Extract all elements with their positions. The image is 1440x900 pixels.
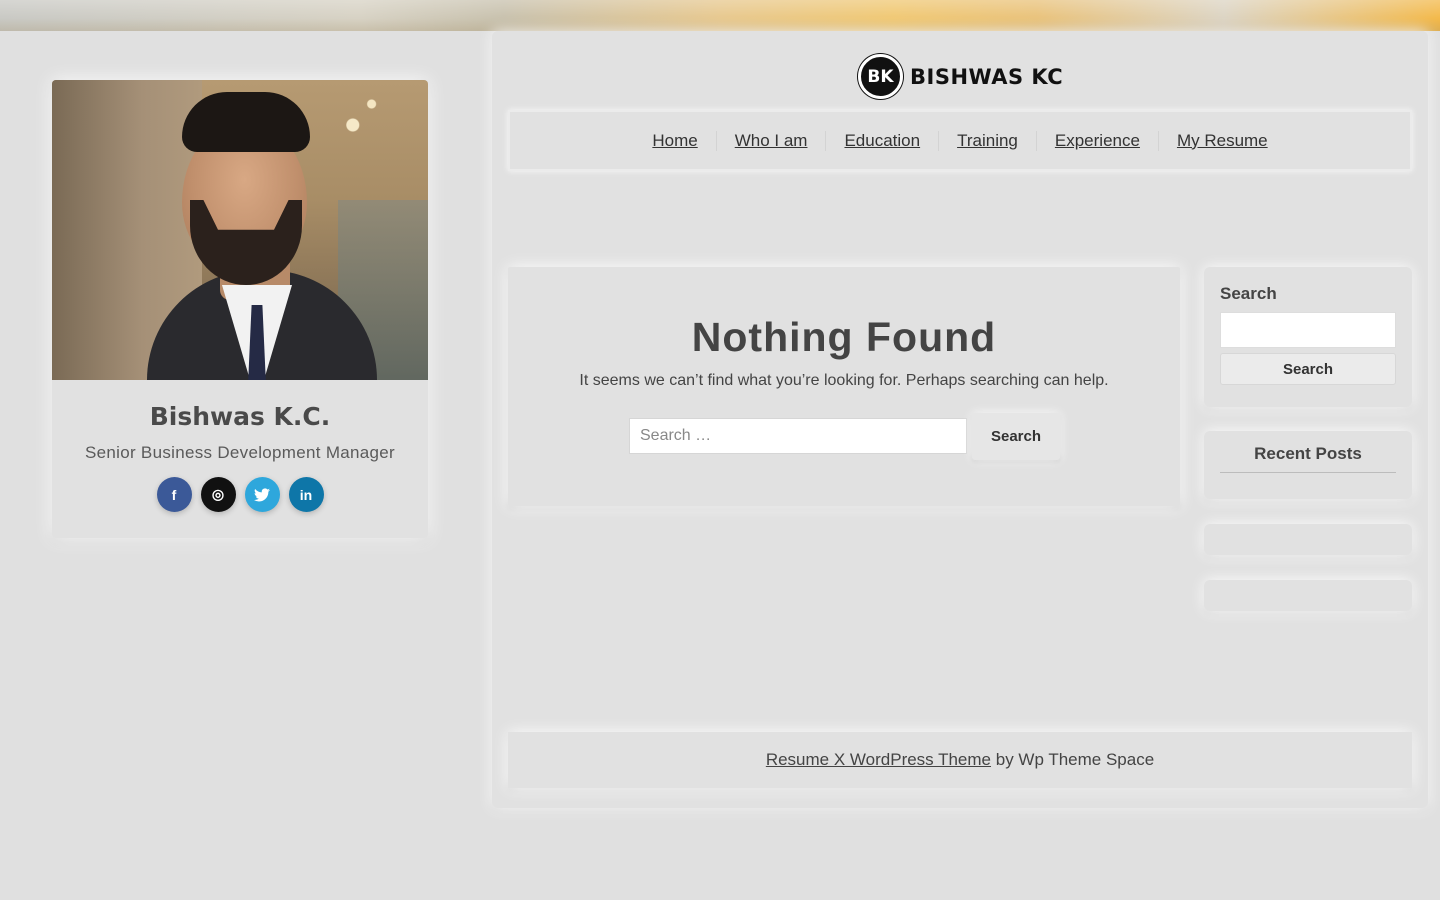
profile-card: Bishwas K.C. Senior Business Development…	[52, 80, 428, 538]
linkedin-icon[interactable]: in	[288, 477, 324, 512]
social-links: f ◎ in	[52, 477, 428, 512]
sidebar-search-widget: Search Search	[1204, 267, 1412, 407]
recent-posts-title: Recent Posts	[1220, 444, 1396, 473]
header-banner-image	[0, 0, 1440, 31]
search-button[interactable]: Search	[972, 413, 1060, 460]
nothing-found-section: Nothing Found It seems we can’t find wha…	[508, 267, 1180, 506]
profile-job-title: Senior Business Development Manager	[84, 443, 396, 462]
logo-mark: BK	[858, 54, 903, 99]
footer-theme-link[interactable]: Resume X WordPress Theme	[766, 750, 991, 770]
sidebar-search-input[interactable]	[1220, 312, 1396, 348]
main-panel: BK BISHWAS KC Home Who I am Education Tr…	[492, 31, 1428, 808]
sidebar-search-label: Search	[1220, 284, 1277, 303]
page-title: Nothing Found	[691, 314, 997, 360]
search-form: Search … Search	[629, 411, 1060, 460]
site-footer: Resume X WordPress Theme by Wp Theme Spa…	[508, 732, 1412, 788]
profile-name: Bishwas K.C.	[149, 402, 331, 431]
recent-posts-widget: Recent Posts	[1204, 431, 1412, 499]
nav-item-training[interactable]: Training	[939, 130, 1037, 151]
nothing-found-message: It seems we can’t find what you’re looki…	[579, 372, 1109, 389]
nav-item-who-i-am[interactable]: Who I am	[717, 130, 827, 151]
nav-item-education[interactable]: Education	[826, 130, 940, 151]
facebook-icon[interactable]: f	[156, 477, 192, 512]
instagram-icon[interactable]: ◎	[200, 477, 236, 512]
profile-photo	[52, 80, 428, 380]
nav-item-home[interactable]: Home	[634, 130, 717, 151]
sidebar-search-button[interactable]: Search	[1220, 353, 1396, 385]
empty-widget	[1204, 580, 1412, 611]
empty-widget	[1204, 524, 1412, 555]
nav-item-my-resume[interactable]: My Resume	[1159, 131, 1286, 151]
nav-item-experience[interactable]: Experience	[1037, 130, 1159, 151]
footer-credit: by Wp Theme Space	[991, 750, 1155, 769]
search-input[interactable]: Search …	[629, 417, 967, 454]
main-navigation: Home Who I am Education Training Experie…	[508, 110, 1412, 171]
site-logo[interactable]: BK BISHWAS KC	[858, 54, 1063, 99]
twitter-icon[interactable]	[244, 477, 280, 512]
logo-text: BISHWAS KC	[910, 64, 1064, 89]
